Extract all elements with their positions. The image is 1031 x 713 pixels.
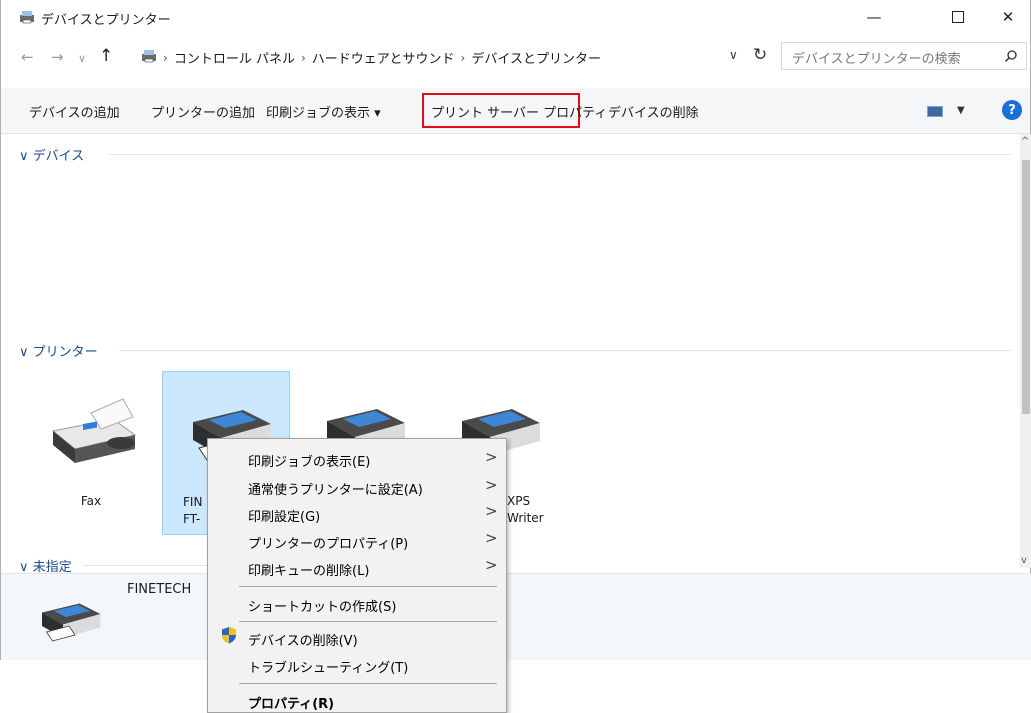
details-device-name: FINETECH	[127, 582, 192, 597]
address-dropdown-icon[interactable]: ∨	[729, 48, 738, 62]
breadcrumb-control-panel[interactable]: コントロール パネル	[174, 48, 295, 67]
printer-label: Fax	[80, 494, 102, 508]
close-button[interactable]: ✕	[985, 0, 1031, 34]
devices-printers-window: デバイスとプリンター — ✕ ← → ∨ ↑ › コントロール パネル › ハー…	[0, 0, 1031, 660]
submenu-arrow-icon: >	[485, 476, 498, 494]
address-bar: ← → ∨ ↑ › コントロール パネル › ハードウェアとサウンド › デバイ…	[1, 34, 1030, 80]
group-header-printers[interactable]: ∨ プリンター	[19, 341, 98, 360]
menu-item-set-default[interactable]: 通常使うプリンターに設定(A)	[248, 479, 423, 498]
divider	[109, 154, 1011, 155]
back-arrow-icon[interactable]: ←	[21, 48, 34, 66]
search-placeholder: デバイスとプリンターの検索	[792, 52, 961, 67]
breadcrumb-separator-icon[interactable]: ›	[301, 51, 306, 65]
menu-separator	[239, 621, 497, 622]
scrollbar-thumb[interactable]	[1022, 160, 1030, 414]
breadcrumb-separator-icon[interactable]: ›	[461, 51, 466, 65]
printer-tile-fax[interactable]: Fax	[27, 371, 155, 535]
menu-item-remove-device[interactable]: デバイスの削除(V)	[248, 630, 358, 649]
window-title: デバイスとプリンター	[41, 13, 171, 28]
menu-item-remove-print-queue[interactable]: 印刷キューの削除(L)	[248, 560, 369, 579]
add-printer-button[interactable]: プリンターの追加	[151, 102, 255, 121]
group-header-devices[interactable]: ∨ デバイス	[19, 145, 84, 164]
menu-item-printer-properties[interactable]: プリンターのプロパティ(P)	[248, 533, 408, 552]
title-bar: デバイスとプリンター — ✕	[1, 0, 1030, 34]
up-arrow-icon[interactable]: ↑	[99, 46, 113, 66]
view-print-jobs-button[interactable]: 印刷ジョブの表示 ▾	[266, 102, 381, 121]
fax-icon	[51, 398, 137, 463]
scroll-up-arrow-icon[interactable]: ^	[1021, 136, 1029, 147]
search-icon	[1004, 50, 1017, 63]
view-dropdown-icon[interactable]: ▼	[957, 105, 965, 116]
change-view-icon[interactable]	[927, 106, 943, 117]
submenu-arrow-icon: >	[485, 529, 498, 547]
minimize-button[interactable]: —	[851, 0, 897, 34]
forward-arrow-icon[interactable]: →	[51, 48, 64, 66]
breadcrumb: › コントロール パネル › ハードウェアとサウンド › デバイスとプリンター	[163, 48, 601, 68]
help-icon[interactable]: ?	[1002, 100, 1022, 120]
add-device-button[interactable]: デバイスの追加	[29, 102, 120, 121]
submenu-arrow-icon: >	[485, 502, 498, 520]
menu-item-properties[interactable]: プロパティ(R)	[248, 693, 334, 712]
divider	[119, 350, 1011, 351]
command-bar: デバイスの追加 プリンターの追加 印刷ジョブの表示 ▾ プリント サーバー プロ…	[1, 88, 1030, 134]
address-box[interactable]: › コントロール パネル › ハードウェアとサウンド › デバイスとプリンター …	[141, 42, 775, 70]
divider	[83, 565, 209, 566]
details-pane: FINETECH	[1, 573, 1031, 660]
breadcrumb-hardware-sound[interactable]: ハードウェアとサウンド	[312, 48, 455, 67]
print-server-properties-button[interactable]: プリント サーバー プロパティ	[431, 102, 607, 121]
printer-icon	[42, 603, 101, 642]
scroll-down-arrow-icon[interactable]: v	[1021, 555, 1027, 566]
breadcrumb-devices-printers[interactable]: デバイスとプリンター	[471, 48, 601, 67]
uac-shield-icon	[222, 627, 236, 644]
menu-item-create-shortcut[interactable]: ショートカットの作成(S)	[248, 596, 396, 615]
search-input[interactable]: デバイスとプリンターの検索	[781, 42, 1027, 70]
menu-separator	[239, 586, 497, 587]
recent-locations-chevron-icon[interactable]: ∨	[78, 52, 86, 65]
maximize-button[interactable]	[935, 0, 981, 34]
menu-item-printing-preferences[interactable]: 印刷設定(G)	[248, 506, 320, 525]
devices-printers-icon	[142, 50, 156, 63]
devices-printers-icon	[20, 11, 34, 24]
menu-item-view-print-jobs[interactable]: 印刷ジョブの表示(E)	[248, 451, 370, 470]
breadcrumb-separator-icon[interactable]: ›	[163, 51, 168, 65]
submenu-arrow-icon: >	[485, 448, 498, 466]
remove-device-button[interactable]: デバイスの削除	[608, 102, 699, 121]
maximize-icon	[952, 11, 964, 23]
refresh-icon[interactable]: ↻	[753, 45, 767, 65]
menu-separator	[239, 683, 497, 684]
menu-item-troubleshoot[interactable]: トラブルシューティング(T)	[248, 657, 408, 676]
submenu-arrow-icon: >	[485, 556, 498, 574]
context-menu: 印刷ジョブの表示(E) > 通常使うプリンターに設定(A) > 印刷設定(G) …	[207, 438, 507, 713]
